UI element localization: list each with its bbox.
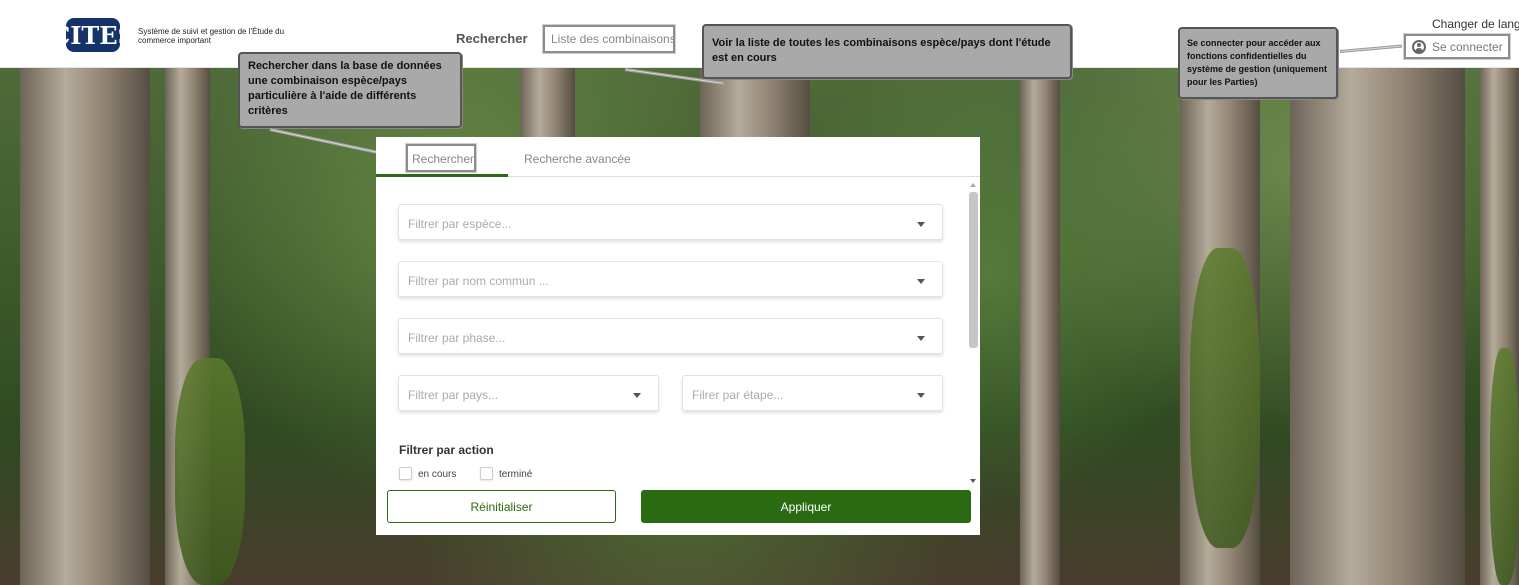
tab-advanced-search[interactable]: Recherche avancée	[524, 152, 631, 166]
stage-filter-placeholder: Filrer par étape...	[692, 388, 784, 402]
reset-button[interactable]: Réinitialiser	[387, 490, 616, 523]
country-filter-placeholder: Filtrer par pays...	[408, 388, 499, 402]
callout-search-help: Rechercher dans la base de données une c…	[238, 52, 462, 128]
chevron-down-icon	[917, 279, 925, 284]
finished-label: terminé	[499, 469, 533, 480]
logo-text: CITES	[62, 21, 124, 50]
nav-search-link[interactable]: Rechercher	[456, 31, 528, 46]
scrollbar-thumb[interactable]	[969, 192, 978, 348]
in-progress-checkbox[interactable]	[399, 467, 412, 480]
common-name-filter-select[interactable]: Filtrer par nom commun ...	[398, 261, 943, 297]
user-circle-icon	[1412, 40, 1426, 54]
in-progress-label: en cours	[418, 469, 457, 480]
callout-login-text: Se connecter pour accéder aux fonctions …	[1187, 38, 1328, 87]
country-filter-select[interactable]: Filtrer par pays...	[398, 375, 659, 411]
callout-search-text: Rechercher dans la base de données une c…	[248, 60, 442, 117]
scroll-down-icon[interactable]	[970, 479, 976, 483]
phase-filter-select[interactable]: Filtrer par phase...	[398, 318, 943, 354]
login-button[interactable]: Se connecter	[1404, 34, 1510, 59]
moss	[1190, 248, 1260, 548]
tree-trunk	[20, 68, 150, 585]
logo-caption: Système de suivi et gestion de l'Étude d…	[138, 27, 285, 45]
chevron-down-icon	[917, 336, 925, 341]
change-language-link[interactable]: Changer de langue	[1432, 17, 1519, 31]
nav-list-link[interactable]: Liste des combinaisons	[543, 25, 675, 53]
stage-filter-select[interactable]: Filrer par étape...	[682, 375, 943, 411]
chevron-down-icon	[917, 393, 925, 398]
moss	[1490, 348, 1519, 585]
chevron-down-icon	[917, 222, 925, 227]
tab-active-underline	[376, 174, 508, 177]
tree-trunk	[1020, 68, 1060, 585]
callout-login-help: Se connecter pour accéder aux fonctions …	[1178, 27, 1338, 99]
tree-trunk	[1290, 68, 1465, 585]
scroll-up-icon[interactable]	[970, 183, 976, 187]
search-card: Rechercher Recherche avancée Filtrer par…	[376, 137, 980, 535]
cites-logo[interactable]: CITES	[62, 12, 124, 56]
species-filter-placeholder: Filtrer par espèce...	[408, 217, 512, 231]
apply-button[interactable]: Appliquer	[641, 490, 971, 523]
moss	[175, 358, 245, 585]
species-filter-select[interactable]: Filtrer par espèce...	[398, 204, 943, 240]
chevron-down-icon	[633, 393, 641, 398]
scrollbar[interactable]	[968, 183, 978, 485]
common-name-filter-placeholder: Filtrer par nom commun ...	[408, 274, 549, 288]
login-label: Se connecter	[1432, 40, 1503, 54]
search-tabs: Rechercher Recherche avancée	[376, 137, 980, 177]
callout-list-text: Voir la liste de toutes les combinaisons…	[712, 37, 1051, 64]
phase-filter-placeholder: Filtrer par phase...	[408, 331, 506, 345]
tree-trunk	[520, 68, 575, 148]
callout-list-help: Voir la liste de toutes les combinaisons…	[702, 24, 1072, 79]
tab-search[interactable]: Rechercher	[406, 144, 476, 172]
action-filter-label: Filtrer par action	[399, 443, 494, 457]
finished-checkbox[interactable]	[480, 467, 493, 480]
